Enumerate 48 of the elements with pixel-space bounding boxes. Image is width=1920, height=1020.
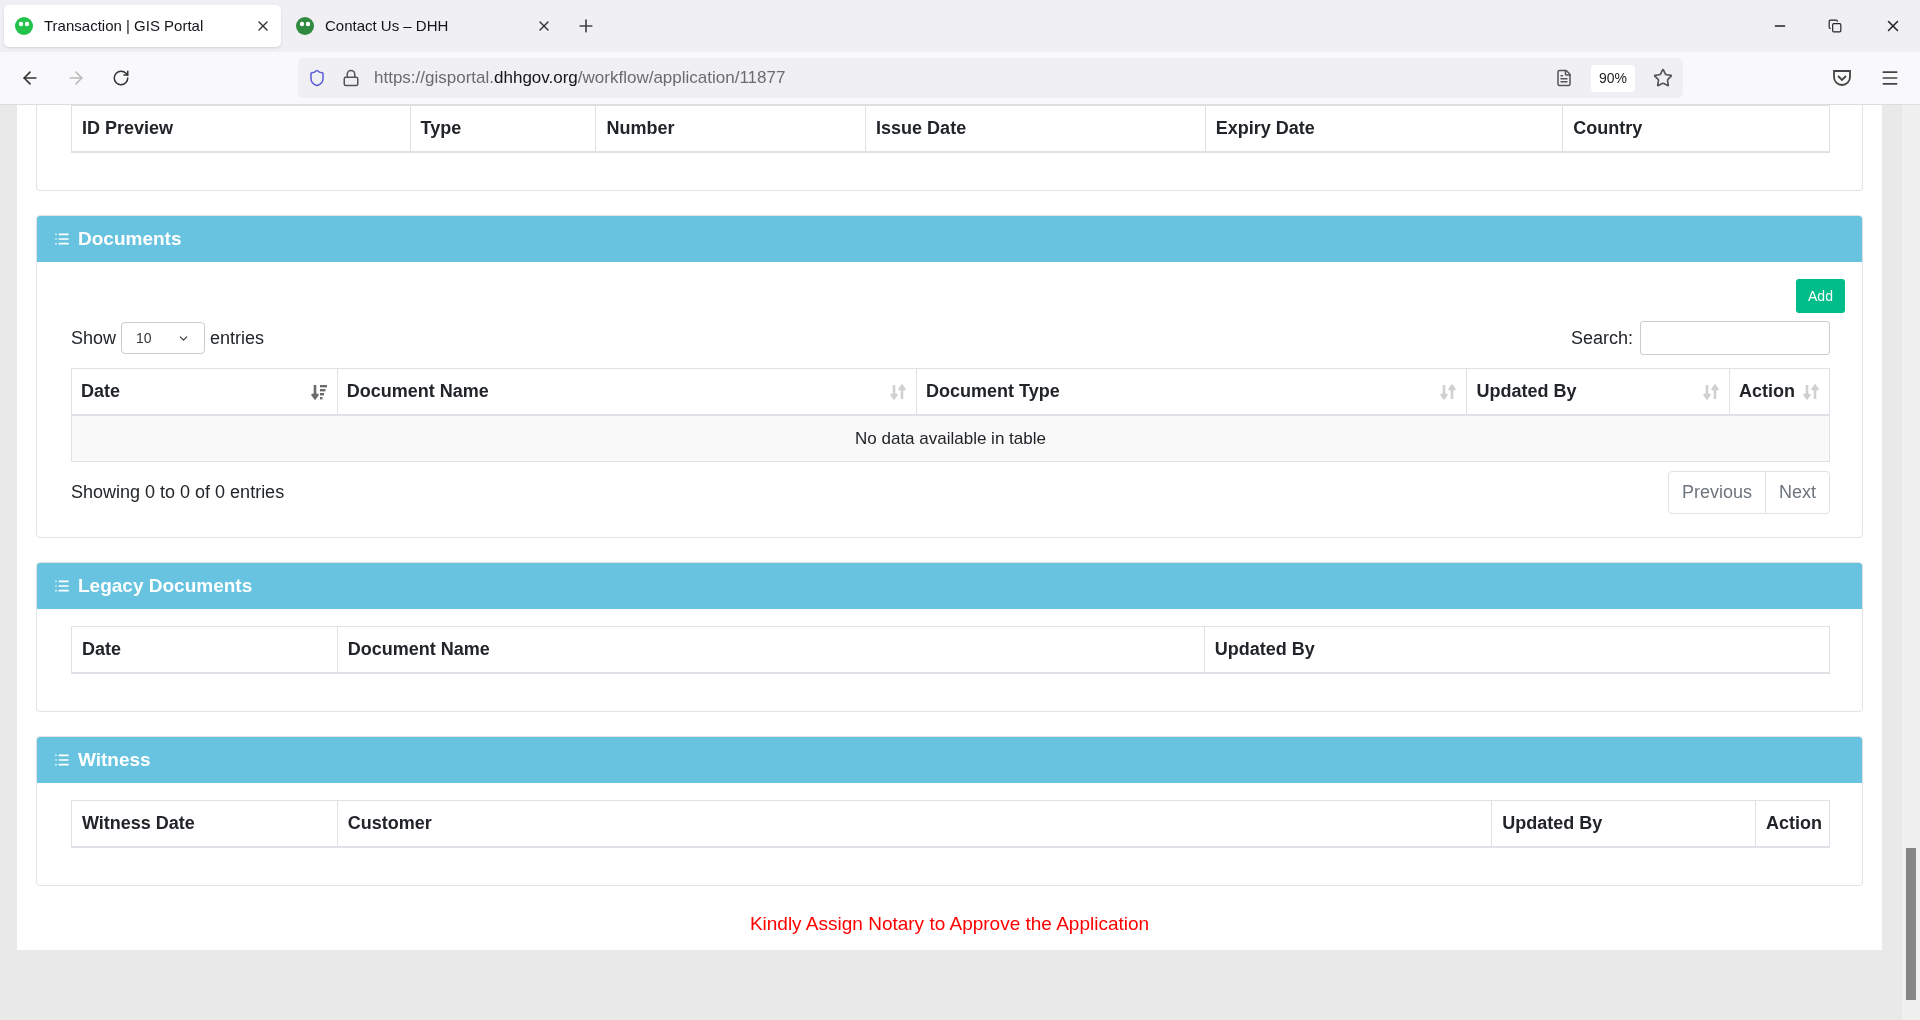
column-header: Country bbox=[1562, 106, 1829, 151]
reload-icon[interactable] bbox=[112, 69, 130, 87]
panel-title: Documents bbox=[78, 226, 182, 251]
column-header: Action bbox=[1755, 801, 1829, 846]
reader-view-icon[interactable] bbox=[1554, 69, 1573, 87]
entries-label: entries bbox=[210, 326, 265, 350]
browser-tab[interactable]: Transaction | GIS Portal bbox=[4, 5, 281, 47]
menu-icon[interactable] bbox=[1880, 68, 1900, 88]
column-header: Type bbox=[409, 106, 596, 151]
tab-title: Transaction | GIS Portal bbox=[44, 15, 205, 36]
list-icon bbox=[54, 752, 70, 768]
url-text[interactable]: https://gisportal.dhhgov.org/workflow/application/11877 bbox=[374, 65, 1555, 91]
column-header[interactable]: Document Type bbox=[926, 378, 1060, 405]
column-header: Updated By bbox=[1491, 801, 1755, 846]
column-header: Witness Date bbox=[81, 812, 196, 835]
search-label: Search: bbox=[1570, 326, 1633, 350]
notice-text: Kindly Assign Notary to Approve the Application bbox=[749, 912, 1150, 936]
column-header: Expiry Date bbox=[1204, 106, 1563, 151]
column-header: Issue Date bbox=[865, 106, 1205, 151]
scrollbar-thumb[interactable] bbox=[1906, 848, 1916, 1000]
table-info: Showing 0 to 0 of 0 entries bbox=[71, 481, 285, 504]
column-header[interactable]: Updated By bbox=[1476, 378, 1577, 405]
column-header: Customer bbox=[336, 801, 1492, 846]
panel-title: Witness bbox=[78, 747, 151, 772]
bookmark-star-icon[interactable] bbox=[1653, 68, 1673, 88]
page-size-select[interactable]: 10 bbox=[121, 322, 206, 354]
lock-icon[interactable] bbox=[342, 69, 360, 87]
sort-icon[interactable] bbox=[309, 382, 328, 401]
column-header: Number bbox=[595, 106, 866, 151]
column-header: ID Preview bbox=[81, 117, 175, 140]
list-icon bbox=[54, 231, 70, 247]
zoom-level[interactable]: 90% bbox=[1590, 64, 1635, 92]
column-header[interactable]: Date bbox=[81, 378, 120, 405]
tab-title: Contact Us – DHH bbox=[325, 15, 450, 36]
address-bar[interactable]: https://gisportal.dhhgov.org/workflow/application/11877 90% bbox=[298, 58, 1683, 98]
empty-table-message: No data available in table bbox=[855, 427, 1046, 450]
column-header: Document Name bbox=[336, 627, 1204, 672]
column-header[interactable]: Document Name bbox=[346, 378, 489, 405]
column-header[interactable]: Action bbox=[1739, 378, 1796, 405]
show-label: Show bbox=[71, 326, 117, 350]
search-field[interactable] bbox=[1640, 321, 1830, 355]
browser-tab[interactable]: Contact Us – DHH bbox=[285, 5, 562, 47]
shield-icon[interactable] bbox=[308, 69, 326, 87]
restore-icon[interactable] bbox=[1828, 19, 1842, 33]
panel-title: Legacy Documents bbox=[78, 573, 253, 598]
list-icon bbox=[54, 578, 70, 594]
column-header: Date bbox=[81, 638, 122, 661]
column-header: Updated By bbox=[1203, 627, 1829, 672]
